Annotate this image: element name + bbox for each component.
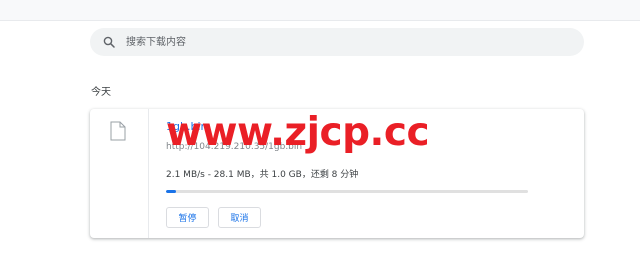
file-url[interactable]: http://104.219.210.35/1gb.bin: [166, 142, 302, 152]
pause-button[interactable]: 暂停: [166, 207, 209, 228]
search-icon[interactable]: [102, 35, 116, 49]
cancel-button[interactable]: 取消: [218, 207, 261, 228]
section-date-label: 今天: [91, 87, 111, 98]
file-name-link[interactable]: 1gb.bin: [166, 120, 207, 133]
search-bar[interactable]: [90, 28, 584, 56]
file-icon: [110, 121, 126, 141]
download-status: 2.1 MB/s - 28.1 MB，共 1.0 GB，还剩 8 分钟: [166, 170, 359, 180]
download-item: 1gb.bin http://104.219.210.35/1gb.bin 2.…: [90, 109, 584, 238]
progress-fill: [166, 190, 176, 193]
top-bar: [0, 0, 640, 21]
progress-bar: [166, 190, 528, 193]
file-icon-column: [90, 109, 149, 238]
search-input[interactable]: [124, 35, 568, 49]
